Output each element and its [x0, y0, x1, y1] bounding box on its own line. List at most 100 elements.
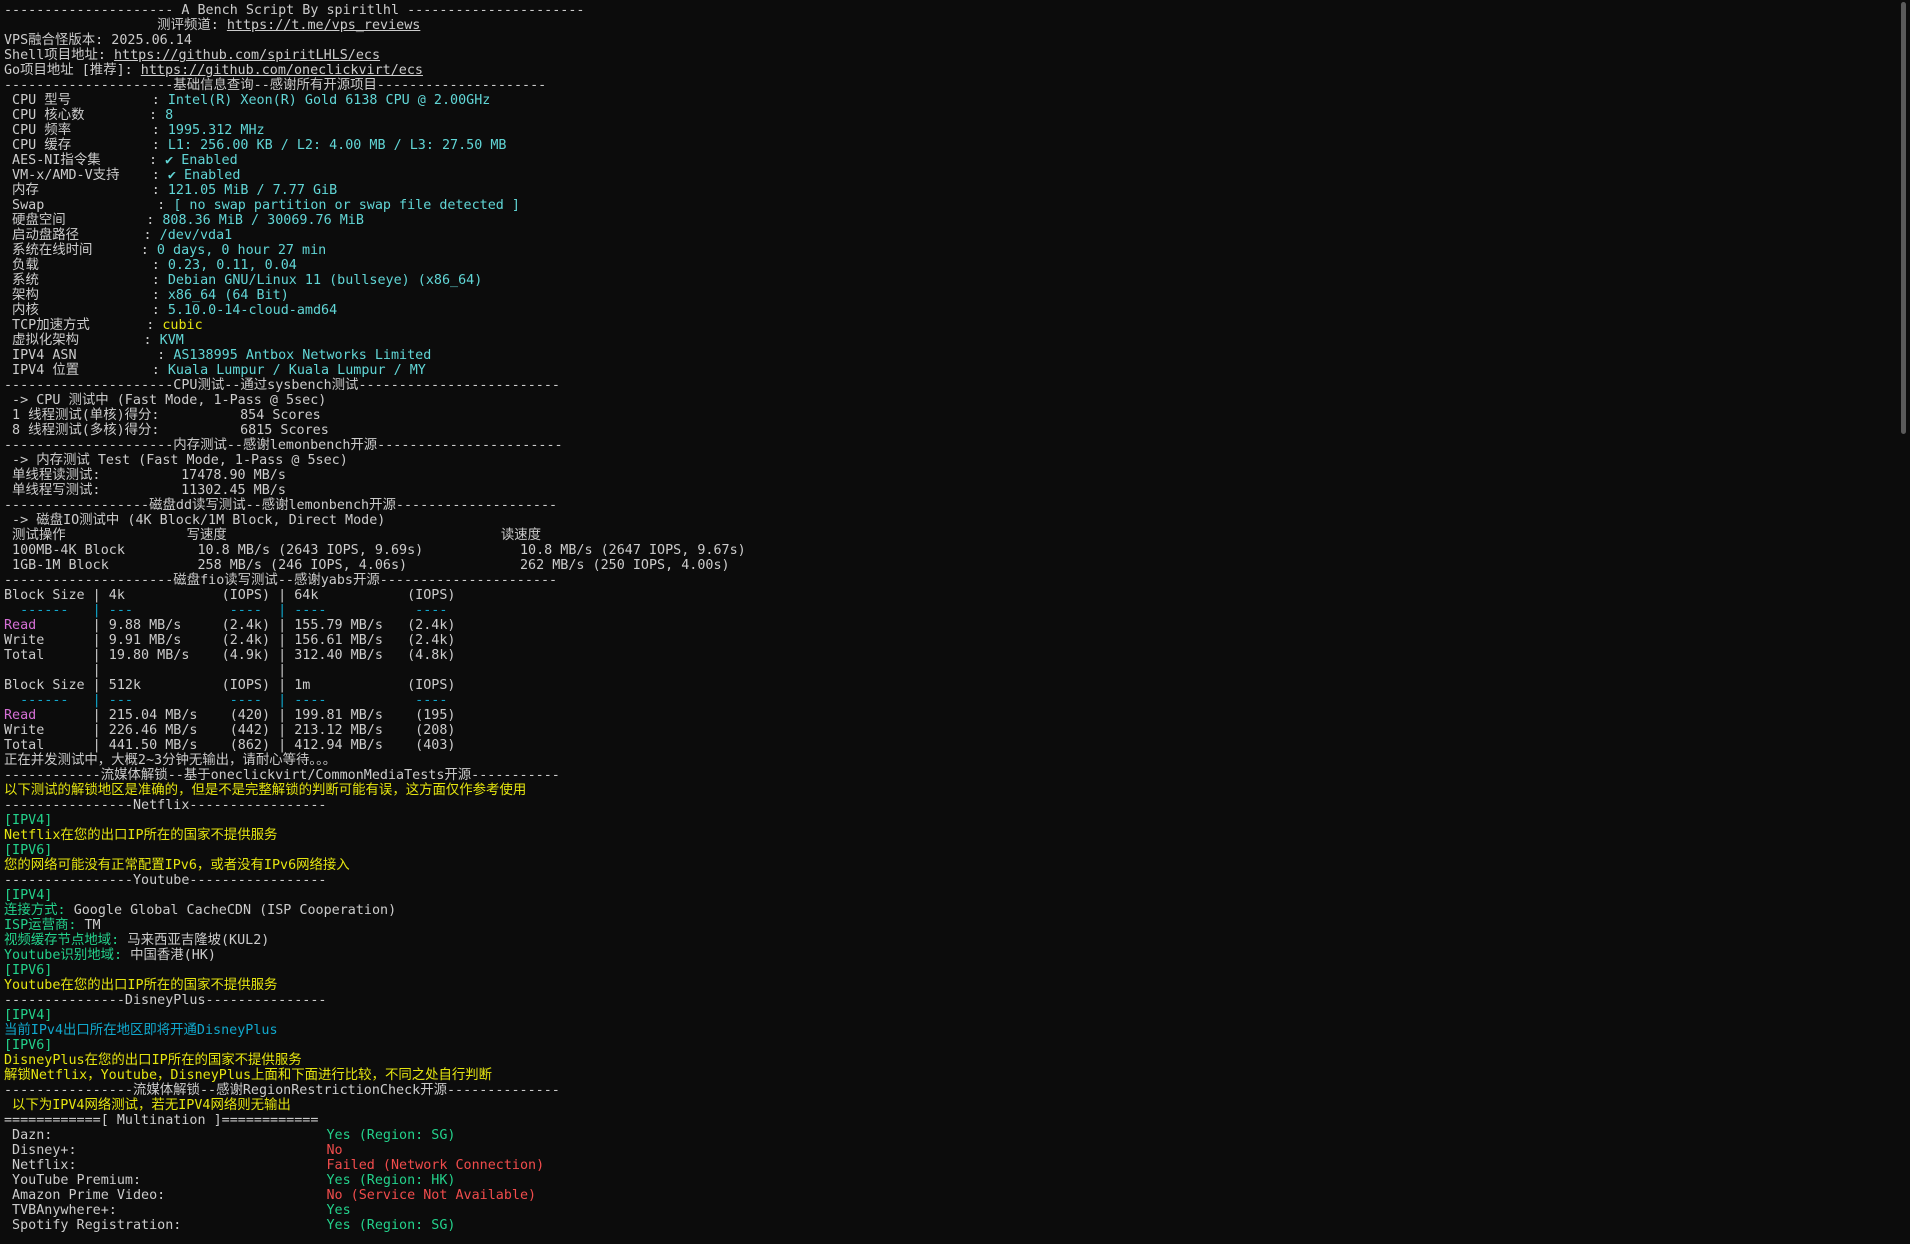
terminal-text: Yes (Region: HK) [326, 1173, 456, 1188]
terminal-line: Write | 9.91 MB/s (2.4k) | 156.61 MB/s (… [4, 633, 1884, 648]
terminal-line: 单线程写测试: 11302.45 MB/s [4, 483, 1884, 498]
terminal-text: Total | 441.50 MB/s (862) | 412.94 MB/s … [4, 738, 456, 753]
terminal-text: 架构 : [4, 288, 168, 303]
terminal-line: Swap : [ no swap partition or swap file … [4, 198, 1884, 213]
terminal-line: 硬盘空间 : 808.36 MiB / 30069.76 MiB [4, 213, 1884, 228]
terminal-text: Spotify Registration: [4, 1218, 327, 1233]
terminal-line: TVBAnywhere+: Yes [4, 1203, 1884, 1218]
terminal-text: [IPV4] [4, 1008, 53, 1023]
terminal-text: TCP加速方式 : [4, 318, 163, 333]
terminal-line: ------------------磁盘dd读写测试--感谢lemonbench… [4, 498, 1884, 513]
terminal-line: IPV4 ASN : AS138995 Antbox Networks Limi… [4, 348, 1884, 363]
terminal-line: Netflix在您的出口IP所在的国家不提供服务 [4, 828, 1884, 843]
terminal-text: | 215.04 MB/s (420) | 199.81 MB/s (195) [36, 708, 456, 723]
terminal-text: Yes (Region: SG) [326, 1218, 456, 1233]
terminal-line: ----------------Netflix----------------- [4, 798, 1884, 813]
terminal-line: Shell项目地址: https://github.com/spiritLHLS… [4, 48, 1884, 63]
scrollbar-thumb[interactable] [1901, 2, 1906, 434]
terminal-text: Amazon Prime Video: [4, 1188, 327, 1203]
terminal-text: 虚拟化架构 : [4, 333, 160, 348]
terminal-text: 测试操作 写速度 读速度 [4, 528, 541, 543]
terminal-text: 马来西亚吉隆坡(KUL2) [127, 933, 270, 948]
terminal-line: -> CPU 测试中 (Fast Mode, 1-Pass @ 5sec) [4, 393, 1884, 408]
terminal-text: 100MB-4K Block 10.8 MB/s (2643 IOPS, 9.6… [4, 543, 746, 558]
terminal-text: [ no swap partition or swap file detecte… [173, 198, 520, 213]
terminal-text: ---------------------内存测试--感谢lemonbench开… [4, 438, 563, 453]
terminal-text: 1GB-1M Block 258 MB/s (246 IOPS, 4.06s) … [4, 558, 730, 573]
terminal-text: 0.23, 0.11, 0.04 [167, 258, 297, 273]
terminal-line: 8 线程测试(多核)得分: 6815 Scores [4, 423, 1884, 438]
terminal-link[interactable]: https://t.me/vps_reviews [227, 18, 420, 33]
terminal-text: Intel(R) Xeon(R) Gold 6138 CPU @ 2.00GHz [167, 93, 491, 108]
terminal-line: ---------------------内存测试--感谢lemonbench开… [4, 438, 1884, 453]
terminal-text: --------------------- A Bench Script By … [4, 3, 585, 18]
terminal-text: ---------------------CPU测试--通过sysbench测试… [4, 378, 560, 393]
terminal-text: KVM [159, 333, 184, 348]
terminal-text: 1 线程测试(单核)得分: 854 Scores [4, 408, 321, 423]
terminal-text: DisneyPlus在您的出口IP所在的国家不提供服务 [4, 1053, 302, 1068]
terminal-text: 系统在线时间 : [4, 243, 157, 258]
terminal-line: Netflix: Failed (Network Connection) [4, 1158, 1884, 1173]
terminal-line: 连接方式: Google Global CacheCDN (ISP Cooper… [4, 903, 1884, 918]
terminal-line: ---------------DisneyPlus--------------- [4, 993, 1884, 1008]
terminal-line: VPS融合怪版本: 2025.06.14 [4, 33, 1884, 48]
terminal-text: | 9.88 MB/s (2.4k) | 155.79 MB/s (2.4k) [36, 618, 456, 633]
terminal-text: 1995.312 MHz [167, 123, 265, 138]
terminal-text: 0 days, 0 hour 27 min [156, 243, 327, 258]
terminal-link[interactable]: https://github.com/oneclickvirt/ecs [141, 63, 423, 78]
terminal-line: IPV4 位置 : Kuala Lumpur / Kuala Lumpur / … [4, 363, 1884, 378]
terminal-text: 单线程写测试: 11302.45 MB/s [4, 483, 286, 498]
terminal-line: YouTube Premium: Yes (Region: HK) [4, 1173, 1884, 1188]
terminal-text: ------ | --- ---- | ---- ---- [4, 693, 456, 708]
terminal-line: 100MB-4K Block 10.8 MB/s (2643 IOPS, 9.6… [4, 543, 1884, 558]
terminal-text: [IPV4] [4, 813, 53, 828]
terminal-text: No [326, 1143, 343, 1158]
terminal-text: Youtube在您的出口IP所在的国家不提供服务 [4, 978, 278, 993]
terminal-text: 以下为IPV4网络测试，若无IPV4网络则无输出 [4, 1098, 291, 1113]
terminal-text: 启动盘路径 : [4, 228, 160, 243]
terminal-text: Yes [326, 1203, 351, 1218]
terminal-line: Block Size | 4k (IOPS) | 64k (IOPS) [4, 588, 1884, 603]
terminal-text: 您的网络可能没有正常配置IPv6，或者没有IPv6网络接入 [4, 858, 350, 873]
terminal-line: [IPV6] [4, 1038, 1884, 1053]
terminal-text: Youtube识别地域: [4, 948, 131, 963]
terminal-text: Netflix: [4, 1158, 327, 1173]
terminal-text: ------------流媒体解锁--基于oneclickvirt/Common… [4, 768, 560, 783]
terminal-text: 视频缓存节点地域: [4, 933, 128, 948]
terminal-text: Go项目地址 [推荐]: [4, 63, 141, 78]
terminal-line: 正在并发测试中，大概2~3分钟无输出，请耐心等待。。。 [4, 753, 1884, 768]
terminal-line: ------------流媒体解锁--基于oneclickvirt/Common… [4, 768, 1884, 783]
terminal-link[interactable]: https://github.com/spiritLHLS/ecs [114, 48, 380, 63]
terminal-line: 1GB-1M Block 258 MB/s (246 IOPS, 4.06s) … [4, 558, 1884, 573]
terminal-text: Dazn: [4, 1128, 327, 1143]
terminal-text: [IPV4] [4, 888, 53, 903]
terminal-text: Write | 9.91 MB/s (2.4k) | 156.61 MB/s (… [4, 633, 456, 648]
terminal-output: --------------------- A Bench Script By … [4, 3, 1884, 1233]
terminal-text: [IPV6] [4, 843, 53, 858]
terminal-text: ✔ Enabled [165, 153, 238, 168]
terminal-text: Google Global CacheCDN (ISP Cooperation) [73, 903, 397, 918]
terminal-line: 以下为IPV4网络测试，若无IPV4网络则无输出 [4, 1098, 1884, 1113]
terminal-line: 测试操作 写速度 读速度 [4, 528, 1884, 543]
terminal-line: -> 磁盘IO测试中 (4K Block/1M Block, Direct Mo… [4, 513, 1884, 528]
terminal-line: [IPV6] [4, 963, 1884, 978]
terminal-text: 中国香港(HK) [130, 948, 216, 963]
terminal-text: [IPV6] [4, 1038, 53, 1053]
terminal-text: TM [84, 918, 101, 933]
terminal-text: 8 [165, 108, 174, 123]
terminal-text: ISP运营商: [4, 918, 85, 933]
terminal-line: 内核 : 5.10.0-14-cloud-amd64 [4, 303, 1884, 318]
terminal-text: ---------------------磁盘fio读写测试--感谢yabs开源… [4, 573, 558, 588]
terminal-text: Block Size | 4k (IOPS) | 64k (IOPS) [4, 588, 456, 603]
terminal-line: Go项目地址 [推荐]: https://github.com/oneclick… [4, 63, 1884, 78]
terminal-text: 内核 : [4, 303, 168, 318]
terminal-text: Debian GNU/Linux 11 (bullseye) (x86_64) [167, 273, 483, 288]
terminal-line: ---------------------磁盘fio读写测试--感谢yabs开源… [4, 573, 1884, 588]
terminal-text: 解锁Netflix，Youtube，DisneyPlus上面和下面进行比较，不同… [4, 1068, 493, 1083]
terminal-line: CPU 频率 : 1995.312 MHz [4, 123, 1884, 138]
terminal-line: 1 线程测试(单核)得分: 854 Scores [4, 408, 1884, 423]
vertical-scrollbar[interactable] [1896, 0, 1910, 1244]
terminal-text: IPV4 ASN : [4, 348, 174, 363]
terminal-text: 5.10.0-14-cloud-amd64 [167, 303, 338, 318]
terminal-text: Yes (Region: SG) [326, 1128, 456, 1143]
